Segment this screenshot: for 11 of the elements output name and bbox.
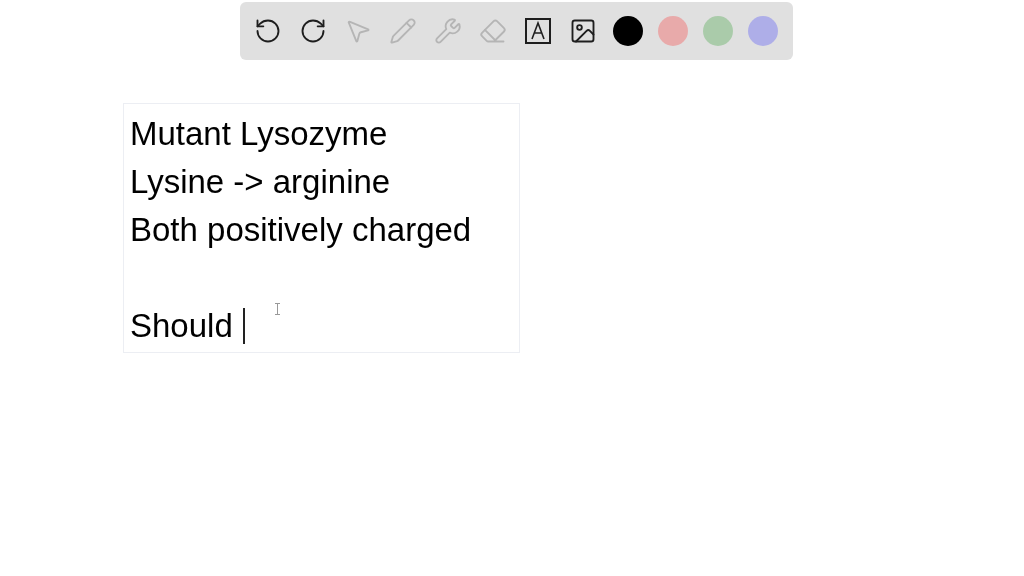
color-swatch[interactable] bbox=[613, 16, 643, 46]
text-box-tool-button[interactable] bbox=[523, 16, 553, 46]
text-line: Lysine -> arginine bbox=[130, 162, 391, 202]
text-line: Both positively charged bbox=[130, 210, 472, 250]
text-box[interactable]: Mutant Lysozyme Lysine -> arginine Both positively charged Should bbox=[123, 103, 520, 353]
color-swatch[interactable] bbox=[703, 16, 733, 46]
text-cursor-icon bbox=[274, 303, 281, 315]
color-swatch[interactable] bbox=[748, 16, 778, 46]
text-line: Should bbox=[130, 306, 233, 346]
color-swatch[interactable] bbox=[658, 16, 688, 46]
text-line: Mutant Lysozyme bbox=[130, 114, 388, 154]
